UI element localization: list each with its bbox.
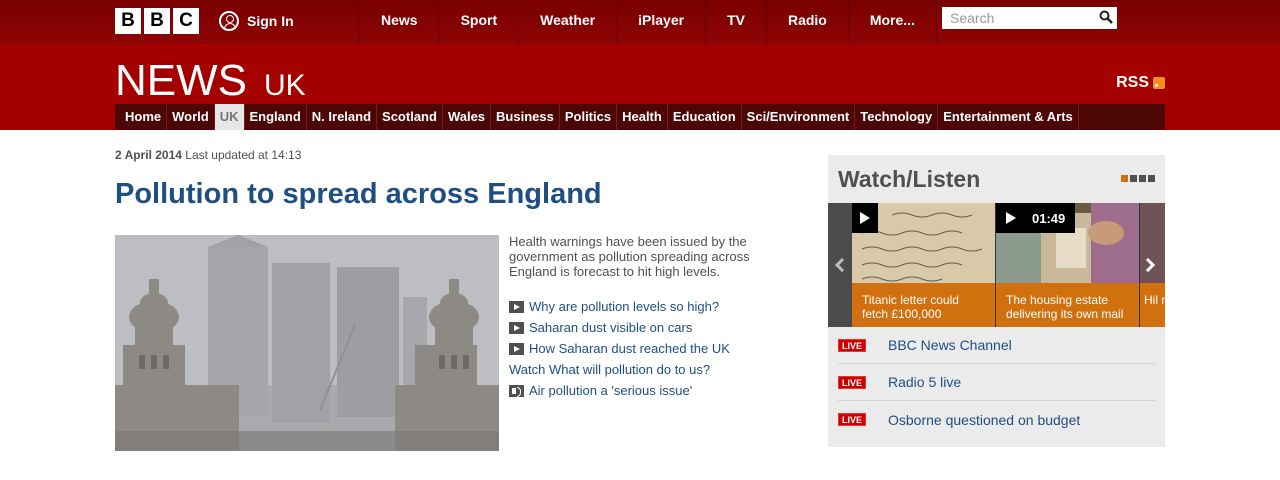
live-badge: LIVE <box>838 413 866 426</box>
section-n-ireland[interactable]: N. Ireland <box>307 104 378 130</box>
related-link-label: Saharan dust visible on cars <box>529 320 693 335</box>
watch-listen-title: Watch/Listen <box>838 166 981 192</box>
section-uk[interactable]: UK <box>214 104 245 130</box>
audio-icon <box>509 384 524 397</box>
carousel-pager <box>1121 175 1155 182</box>
section-technology[interactable]: Technology <box>855 104 939 130</box>
related-link-label: Air pollution a 'serious issue' <box>529 383 693 398</box>
pager-dot[interactable] <box>1139 175 1146 182</box>
live-item-label: Osborne questioned on budget <box>888 411 1081 428</box>
related-links: Why are pollution levels so high? Sahara… <box>509 296 730 401</box>
global-nav-radio[interactable]: Radio <box>767 0 849 44</box>
related-link[interactable]: Air pollution a 'serious issue' <box>509 380 730 401</box>
section-health[interactable]: Health <box>617 104 668 130</box>
live-item[interactable]: LIVE Radio 5 live <box>838 364 1155 401</box>
live-item[interactable]: LIVE Osborne questioned on budget <box>838 401 1155 438</box>
search-input[interactable] <box>942 8 1092 28</box>
section-sci-environment[interactable]: Sci/Environment <box>742 104 856 130</box>
related-link-label: Watch What will pollution do to us? <box>509 362 711 377</box>
search-box <box>942 7 1117 29</box>
global-nav: News Sport Weather iPlayer TV Radio More… <box>359 0 937 44</box>
global-nav-news[interactable]: News <box>360 0 440 44</box>
related-link-label: How Saharan dust reached the UK <box>529 341 730 356</box>
carousel-card[interactable]: 01:49 The housing estate delivering its … <box>996 203 1139 327</box>
card-caption: The housing estate delivering its own ma… <box>996 283 1139 327</box>
global-nav-more[interactable]: More... <box>849 0 937 44</box>
global-nav-iplayer[interactable]: iPlayer <box>617 0 707 44</box>
article-summary: Health warnings have been issued by the … <box>509 234 750 279</box>
media-carousel: Titanic letter could fetch £100,000 01:4… <box>828 203 1165 327</box>
related-link-label: Why are pollution levels so high? <box>529 299 720 314</box>
watch-listen-panel: Watch/Listen Titanic letter could fetch … <box>828 155 1165 447</box>
section-entertainment-arts[interactable]: Entertainment & Arts <box>938 104 1079 130</box>
live-item-label: BBC News Channel <box>888 337 1012 353</box>
bbc-logo[interactable]: B B C <box>115 8 199 34</box>
global-nav-sport[interactable]: Sport <box>440 0 520 44</box>
related-link[interactable]: Saharan dust visible on cars <box>509 317 730 338</box>
live-item[interactable]: LIVE BBC News Channel <box>838 327 1155 364</box>
chevron-right-icon <box>1140 257 1156 273</box>
card-caption: Titanic letter could fetch £100,000 <box>852 283 995 327</box>
user-icon <box>219 11 239 31</box>
carousel-next-button[interactable] <box>1138 203 1162 327</box>
titanic-letter-thumbnail <box>852 203 995 283</box>
dateline: 2 April 2014 Last updated at 14:13 <box>115 148 301 162</box>
housing-estate-thumbnail: 01:49 <box>996 203 1139 283</box>
global-nav-bar: B B C Sign In News Sport Weather iPlayer… <box>0 0 1280 44</box>
pager-dot-active[interactable] <box>1121 175 1128 182</box>
pager-dot[interactable] <box>1148 175 1155 182</box>
news-edition: UK <box>264 69 306 102</box>
global-nav-weather[interactable]: Weather <box>519 0 618 44</box>
pager-dot[interactable] <box>1130 175 1137 182</box>
video-icon <box>509 321 524 334</box>
section-home[interactable]: Home <box>120 104 168 130</box>
logo-letter-b2: B <box>144 8 170 34</box>
logo-letter-c: C <box>173 8 199 34</box>
live-list: LIVE BBC News Channel LIVE Radio 5 live … <box>838 327 1155 438</box>
news-header: NEWS UK RSS Home World UK England N. Ire… <box>0 44 1280 130</box>
news-masthead[interactable]: NEWS UK <box>115 56 306 106</box>
smog-skyline-image <box>115 235 499 451</box>
live-badge: LIVE <box>838 375 866 389</box>
rss-label: RSS <box>1116 74 1149 91</box>
article-headline[interactable]: Pollution to spread across England <box>115 178 602 211</box>
news-brand-title: NEWS <box>115 56 247 105</box>
carousel-prev-button[interactable] <box>828 203 852 327</box>
section-world[interactable]: World <box>167 104 215 130</box>
article-photo[interactable] <box>115 235 499 451</box>
logo-letter-b1: B <box>115 8 141 34</box>
live-badge: LIVE <box>838 338 866 352</box>
main-content: 2 April 2014 Last updated at 14:13 Pollu… <box>0 130 1280 480</box>
play-badge: 01:49 <box>996 203 1076 233</box>
carousel-card[interactable]: Titanic letter could fetch £100,000 <box>852 203 995 327</box>
section-nav: Home World UK England N. Ireland Scotlan… <box>115 104 1165 130</box>
article-date: 2 April 2014 <box>115 148 182 162</box>
rss-icon <box>1153 77 1165 89</box>
related-link[interactable]: How Saharan dust reached the UK <box>509 338 730 359</box>
play-icon <box>1006 212 1016 224</box>
related-link[interactable]: Watch What will pollution do to us? <box>509 359 730 380</box>
live-item-label: Radio 5 live <box>888 374 962 390</box>
rss-link[interactable]: RSS <box>1116 74 1165 92</box>
section-business[interactable]: Business <box>491 104 560 130</box>
play-badge <box>852 203 878 233</box>
section-scotland[interactable]: Scotland <box>377 104 443 130</box>
search-icon[interactable] <box>1099 10 1113 24</box>
video-icon <box>509 342 524 355</box>
play-icon <box>860 212 870 224</box>
video-icon <box>509 300 524 313</box>
sign-in-label: Sign In <box>247 13 294 29</box>
section-england[interactable]: England <box>245 104 307 130</box>
section-politics[interactable]: Politics <box>560 104 618 130</box>
chevron-left-icon <box>834 257 850 273</box>
sign-in-link[interactable]: Sign In <box>219 10 294 32</box>
article-updated: Last updated at 14:13 <box>185 148 302 162</box>
video-duration: 01:49 <box>1032 210 1066 226</box>
related-link[interactable]: Why are pollution levels so high? <box>509 296 730 317</box>
global-nav-tv[interactable]: TV <box>706 0 767 44</box>
section-wales[interactable]: Wales <box>443 104 492 130</box>
section-education[interactable]: Education <box>668 104 742 130</box>
